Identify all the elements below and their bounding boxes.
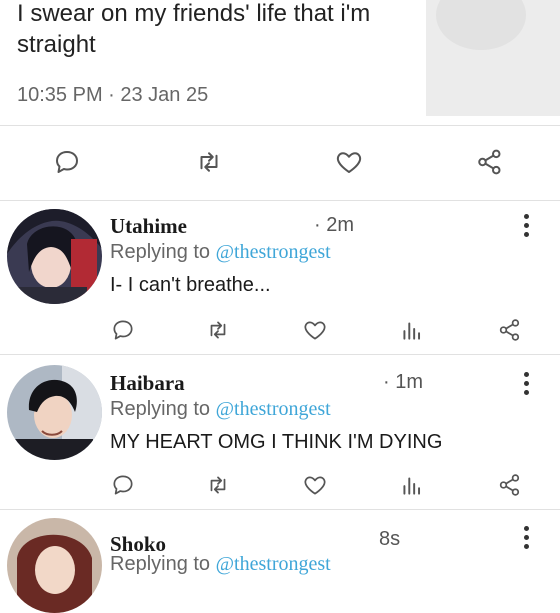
author-name[interactable]: Utahime xyxy=(110,214,187,239)
mention-link[interactable]: @thestrongest xyxy=(216,398,331,420)
share-icon xyxy=(499,319,520,341)
more-options-button[interactable] xyxy=(522,526,530,549)
avatar[interactable] xyxy=(7,365,102,460)
reply-button[interactable] xyxy=(105,312,141,348)
tweet-text: I swear on my friends' life that i'm str… xyxy=(17,0,371,58)
reply-icon xyxy=(113,475,133,495)
like-icon xyxy=(304,476,326,495)
share-button[interactable] xyxy=(492,312,528,348)
tweet-timestamp: 10:35 PM · 23 Jan 25 xyxy=(17,84,209,106)
retweet-button[interactable] xyxy=(200,467,236,503)
author-name[interactable]: Haibara xyxy=(110,371,185,396)
post-time: · 2m xyxy=(314,214,354,236)
replying-to-line: Replying to @thestrongest xyxy=(110,398,331,421)
retweet-icon xyxy=(200,152,218,172)
like-button[interactable] xyxy=(331,144,367,180)
retweet-button[interactable] xyxy=(200,312,236,348)
share-icon xyxy=(499,474,520,496)
more-icon xyxy=(523,372,529,377)
replying-to-label: Replying to xyxy=(110,553,211,575)
views-button[interactable] xyxy=(394,312,430,348)
avatar[interactable] xyxy=(7,209,102,304)
views-icon xyxy=(403,477,421,495)
divider xyxy=(0,354,560,355)
reply-text: I- I can't breathe... xyxy=(110,274,271,296)
like-icon xyxy=(336,152,362,173)
reply-text: MY HEART OMG I THINK I'M DYING xyxy=(110,431,443,453)
mention-link[interactable]: @thestrongest xyxy=(216,553,331,575)
post-time: · 1m xyxy=(383,371,423,393)
post-time: 8s xyxy=(379,528,401,550)
replying-to-label: Replying to xyxy=(110,398,211,420)
like-button[interactable] xyxy=(297,467,333,503)
reply-icon xyxy=(113,320,133,340)
avatar[interactable] xyxy=(7,518,102,613)
replying-to-line: Replying to @thestrongest xyxy=(110,241,331,264)
more-icon xyxy=(523,214,529,219)
retweet-button[interactable] xyxy=(191,144,227,180)
share-button[interactable] xyxy=(472,144,508,180)
more-icon xyxy=(523,526,529,531)
share-button[interactable] xyxy=(492,467,528,503)
replying-to-line: Replying to @thestrongest xyxy=(110,553,331,576)
more-options-button[interactable] xyxy=(522,372,530,395)
like-button[interactable] xyxy=(297,312,333,348)
views-icon xyxy=(403,322,421,340)
reply-button[interactable] xyxy=(105,467,141,503)
like-icon xyxy=(304,321,326,340)
replying-to-label: Replying to xyxy=(110,241,211,263)
reply-button[interactable] xyxy=(49,144,85,180)
mention-link[interactable]: @thestrongest xyxy=(216,241,331,263)
reply-icon xyxy=(56,151,78,173)
retweet-icon xyxy=(210,321,226,339)
retweet-icon xyxy=(210,476,226,494)
more-options-button[interactable] xyxy=(522,214,530,237)
divider xyxy=(0,200,560,201)
divider xyxy=(0,125,560,126)
share-icon xyxy=(478,149,501,175)
views-button[interactable] xyxy=(394,467,430,503)
tweet-media-thumbnail[interactable] xyxy=(426,0,560,116)
divider xyxy=(0,509,560,510)
